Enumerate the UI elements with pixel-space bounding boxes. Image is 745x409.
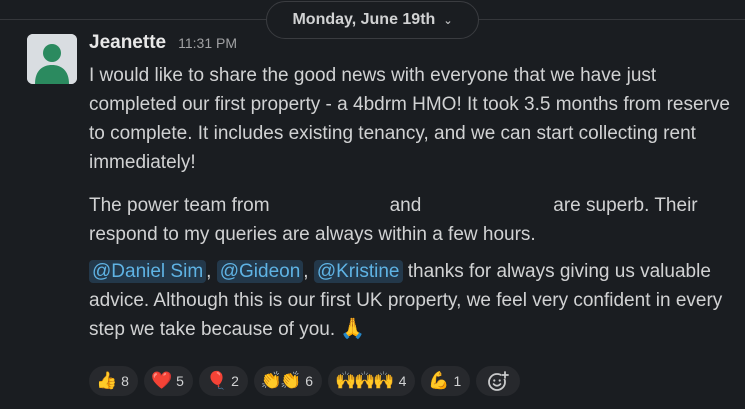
reaction-count: 6: [305, 373, 314, 389]
mention-kristine[interactable]: @Kristine: [313, 260, 403, 283]
avatar[interactable]: [27, 34, 77, 84]
mention-daniel-sim[interactable]: @Daniel Sim: [89, 260, 207, 283]
reaction-count: 5: [176, 373, 184, 389]
message-header: Jeanette 11:31 PM: [89, 32, 237, 54]
message-body: I would like to share the good news with…: [89, 61, 739, 344]
chevron-down-icon: ⌄: [443, 14, 453, 27]
default-user-avatar-icon: [27, 34, 77, 84]
reactions-bar: 👍 8 ❤️ 5 🎈 2 👏👏 6 🙌🙌🙌 4 💪 1: [89, 366, 521, 396]
date-divider-button[interactable]: Monday, June 19th ⌄: [266, 1, 479, 39]
clap-icon: 👏👏: [260, 371, 301, 390]
add-reaction-icon: [488, 371, 510, 391]
date-label: Monday, June 19th: [292, 11, 436, 28]
paragraph-2-text-2: and: [389, 195, 422, 216]
add-reaction-button[interactable]: [476, 366, 521, 396]
paragraph-2-text-1: The power team from: [89, 195, 270, 216]
reaction-clap[interactable]: 👏👏 6: [253, 366, 323, 396]
message-paragraph-3: @Daniel Sim, @Gideon, @Kristine thanks f…: [89, 257, 739, 344]
author-name[interactable]: Jeanette: [89, 32, 166, 54]
reaction-count: 1: [453, 373, 462, 389]
reaction-count: 8: [121, 373, 129, 389]
mention-gideon[interactable]: @Gideon: [216, 260, 304, 283]
heart-icon: ❤️: [150, 371, 172, 390]
thumbs-up-icon: 👍: [96, 371, 117, 390]
reaction-count: 4: [398, 373, 407, 389]
reaction-flexed-biceps[interactable]: 💪 1: [421, 366, 471, 396]
message-view: Monday, June 19th ⌄ Jeanette 11:31 PM I …: [0, 0, 745, 409]
reaction-raised-hands[interactable]: 🙌🙌🙌 4: [328, 366, 416, 396]
reaction-thumbs-up[interactable]: 👍 8: [89, 366, 138, 396]
reaction-count: 2: [231, 373, 239, 389]
reaction-heart[interactable]: ❤️ 5: [143, 366, 193, 396]
folded-hands-icon: 🙏: [340, 318, 366, 340]
message-paragraph-1: I would like to share the good news with…: [89, 65, 730, 173]
message-timestamp[interactable]: 11:31 PM: [178, 35, 237, 51]
flexed-biceps-icon: 💪: [428, 371, 449, 390]
mention-separator-2: ,: [303, 261, 309, 282]
mention-separator-1: ,: [206, 261, 212, 282]
reaction-balloon[interactable]: 🎈 2: [198, 366, 248, 396]
balloon-icon: 🎈: [205, 371, 227, 390]
message-paragraph-2: The power team from and are superb. Their …: [89, 191, 739, 249]
raised-hands-icon: 🙌🙌🙌: [335, 371, 394, 390]
